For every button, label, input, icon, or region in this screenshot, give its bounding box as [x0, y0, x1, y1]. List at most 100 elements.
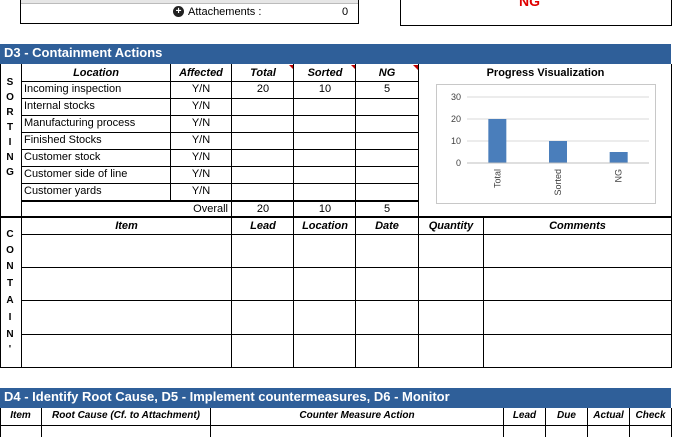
overall-label: Overall	[193, 203, 228, 215]
d4-header-actual: Actual	[593, 410, 624, 421]
sort-hline	[21, 81, 419, 82]
contain-letter: C	[6, 229, 14, 240]
top-right-box-left	[400, 0, 401, 26]
contain-header-location: Location	[302, 220, 348, 232]
sort-vline	[418, 64, 419, 217]
row-location[interactable]: Incoming inspection	[24, 82, 121, 96]
d4-vline	[503, 408, 504, 437]
contain-header-date: Date	[375, 220, 399, 232]
chart-ytick-label: 10	[451, 136, 461, 146]
contain-vline	[231, 217, 232, 368]
row-location[interactable]: Manufacturing process	[24, 116, 135, 130]
d4-vline	[629, 408, 630, 437]
contain-header-lead: Lead	[250, 220, 276, 232]
contain-vline	[483, 217, 484, 368]
chart-ytick-label: 0	[456, 158, 461, 168]
header-ng: NG	[378, 67, 396, 79]
chart-category-label: NG	[614, 169, 624, 183]
sort-bottom-line	[0, 216, 672, 218]
row-location[interactable]: Customer stock	[24, 150, 100, 164]
sort-vline	[231, 64, 232, 217]
d4-header-due: Due	[557, 410, 576, 421]
sort-vline	[21, 64, 22, 217]
top-right-box-right	[671, 0, 672, 26]
sort-vline	[355, 64, 356, 217]
header-total: Total	[250, 67, 276, 79]
chart-category-label: Sorted	[553, 169, 563, 196]
contain-letter: A	[6, 295, 14, 306]
attachments-plus-icon[interactable]: +	[173, 6, 184, 17]
header-affected: Affected	[179, 67, 223, 79]
contain-hline	[21, 300, 672, 301]
header-progress-visualization: Progress Visualization	[486, 67, 605, 79]
chart-bar-ng[interactable]	[609, 152, 628, 163]
contain-vline	[293, 217, 294, 368]
top-panel-left-border	[20, 0, 21, 24]
d3-section-title: D3 - Containment Actions	[0, 44, 671, 64]
contain-vline	[418, 217, 419, 368]
contain-letter: I	[8, 312, 12, 323]
contain-letter: N	[6, 329, 14, 340]
d4-vline	[210, 408, 211, 437]
row-location[interactable]: Customer yards	[24, 184, 102, 198]
d4-vline	[41, 408, 42, 437]
row-affected[interactable]: Y/N	[170, 184, 232, 198]
chart-category-label: Total	[492, 169, 502, 188]
row-affected[interactable]: Y/N	[170, 150, 232, 164]
row-affected[interactable]: Y/N	[170, 116, 232, 130]
contain-letter: T	[6, 278, 14, 289]
top-panel-bottom-border	[20, 23, 359, 24]
d4-header-root-cause: Root Cause (Cf. to Attachment)	[52, 410, 200, 421]
row-location[interactable]: Customer side of line	[24, 167, 127, 181]
d4-header-item: Item	[10, 410, 31, 421]
contain-header-item: Item	[115, 220, 138, 232]
row-location[interactable]: Finished Stocks	[24, 133, 102, 147]
row-sorted[interactable]: 10	[294, 82, 356, 96]
d4-header-counter-measure: Counter Measure Action	[299, 410, 415, 421]
contain-header-quantity: Quantity	[428, 220, 474, 232]
sorting-letter: G	[6, 167, 14, 178]
sorting-letter: I	[8, 137, 12, 148]
top-ng-label: NG	[519, 0, 540, 9]
attachments-label: Attachements :	[188, 6, 262, 18]
row-affected[interactable]: Y/N	[170, 99, 232, 113]
row-ng[interactable]: 5	[356, 82, 418, 96]
sort-hline	[21, 115, 419, 116]
row-total[interactable]: 20	[232, 82, 294, 96]
chart-bar-total[interactable]	[488, 119, 507, 163]
row-affected[interactable]: Y/N	[170, 133, 232, 147]
row-affected[interactable]: Y/N	[170, 82, 232, 96]
chart-bar-sorted[interactable]	[549, 141, 567, 163]
sorting-letter: O	[6, 92, 14, 103]
progress-chart-svg: 0 10 20 30 Total Sorted NG	[451, 92, 649, 196]
contain-letter: '	[8, 344, 12, 355]
contain-vline	[21, 217, 22, 368]
sort-hline-thick	[21, 200, 419, 202]
sort-vline	[293, 64, 294, 217]
contain-bottom-line	[0, 367, 672, 368]
row-affected[interactable]: Y/N	[170, 167, 232, 181]
d4-vline	[0, 408, 1, 437]
top-panel-right-border	[358, 0, 359, 24]
overall-ng: 5	[383, 203, 391, 215]
sort-hline	[21, 166, 419, 167]
top-info-panel	[20, 0, 358, 4]
sorting-letter: S	[6, 77, 14, 88]
sort-hline	[21, 132, 419, 133]
top-right-box-bottom	[400, 25, 672, 26]
d4-section-title: D4 - Identify Root Cause, D5 - Implement…	[0, 388, 671, 408]
sort-hline	[21, 183, 419, 184]
header-location: Location	[73, 67, 119, 79]
contain-letter: O	[6, 245, 14, 256]
chart-ytick-label: 30	[451, 92, 461, 102]
contain-hline	[21, 267, 672, 268]
progress-chart[interactable]: 0 10 20 30 Total Sorted NG	[436, 84, 656, 204]
row-location[interactable]: Internal stocks	[24, 99, 95, 113]
attachments-count: 0	[342, 6, 349, 18]
contain-header-comments: Comments	[549, 220, 606, 232]
sort-hline	[21, 98, 419, 99]
d4-vline	[587, 408, 588, 437]
d4-hline	[0, 425, 672, 426]
sorting-letter: R	[6, 107, 14, 118]
header-sorted: Sorted	[307, 67, 343, 79]
